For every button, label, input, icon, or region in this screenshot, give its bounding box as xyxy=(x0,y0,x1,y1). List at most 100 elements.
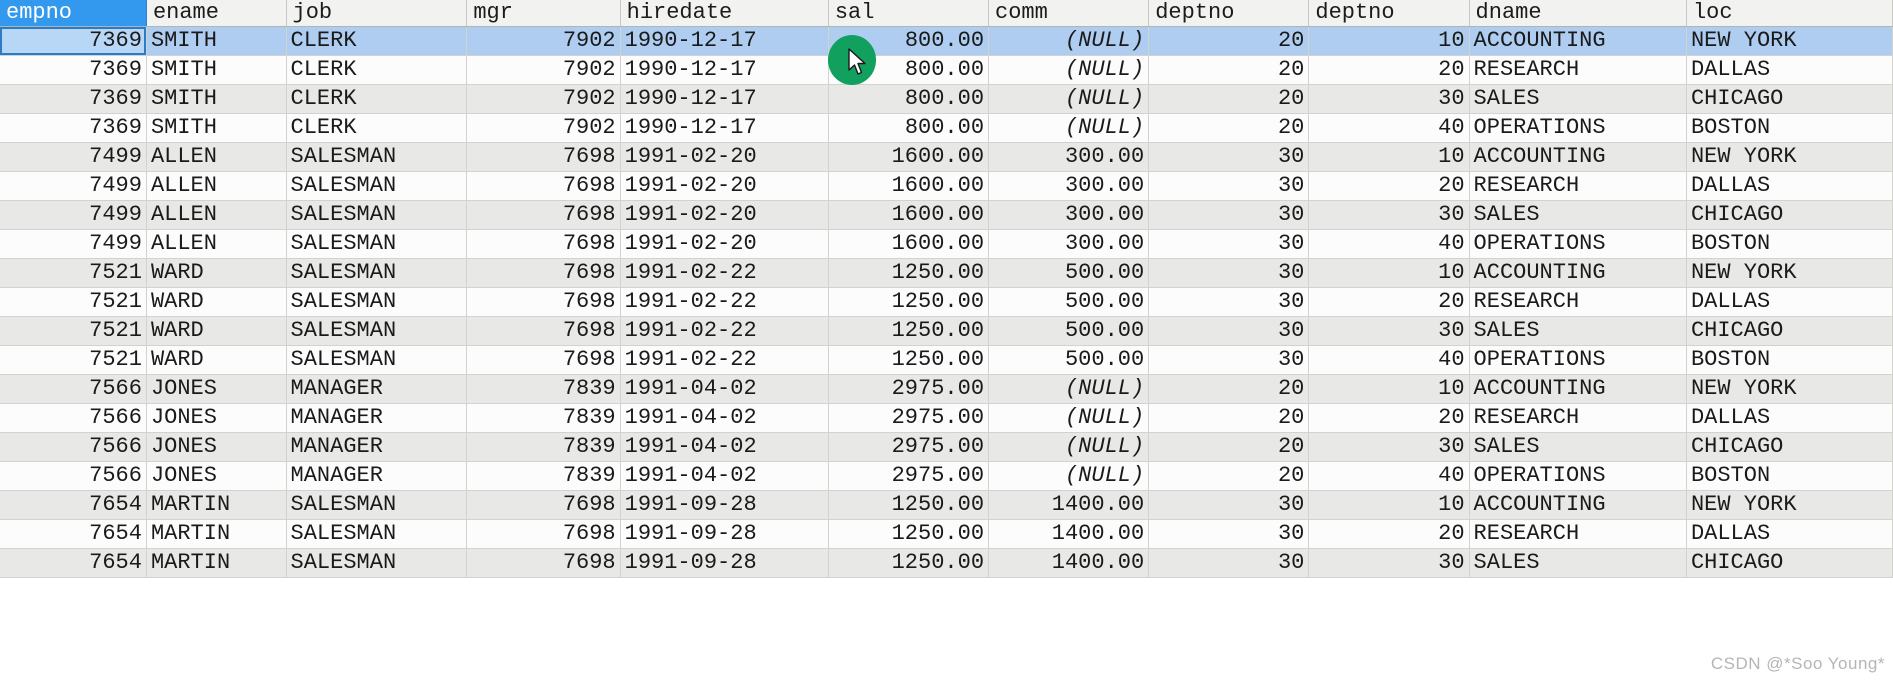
cell-ename[interactable]: ALLEN xyxy=(146,142,287,172)
cell-deptno2[interactable]: 10 xyxy=(1308,142,1470,172)
cell-mgr[interactable]: 7839 xyxy=(466,403,621,433)
table-row[interactable]: 7499 ALLEN SALESMAN 7698 1991-02-20 1600.00 30… xyxy=(0,142,1893,172)
cell-mgr[interactable]: 7839 xyxy=(466,374,621,404)
cell-ename[interactable]: ALLEN xyxy=(146,200,287,230)
cell-mgr[interactable]: 7698 xyxy=(466,171,621,201)
cell-deptno2[interactable]: 10 xyxy=(1308,374,1470,404)
cell-loc[interactable]: DALLAS xyxy=(1686,519,1893,549)
cell-hiredate[interactable]: 1991-04-02 xyxy=(620,432,829,462)
cell-dname[interactable]: RESEARCH xyxy=(1469,55,1687,85)
cell-mgr[interactable]: 7698 xyxy=(466,519,621,549)
table-row[interactable]: 7566 JONES MANAGER 7839 1991-04-02 2975.00 (NU… xyxy=(0,403,1893,433)
cell-job[interactable]: SALESMAN xyxy=(286,229,468,259)
cell-job[interactable]: SALESMAN xyxy=(286,200,468,230)
cell-ename[interactable]: ALLEN xyxy=(146,229,287,259)
cell-sal[interactable]: 800.00 xyxy=(828,26,990,56)
table-row[interactable]: 7499 ALLEN SALESMAN 7698 1991-02-20 1600.00 30… xyxy=(0,171,1893,201)
table-row[interactable]: 7521 WARD SALESMAN 7698 1991-02-22 1250.00 500… xyxy=(0,316,1893,346)
column-header-comm[interactable]: comm xyxy=(988,0,1150,27)
cell-mgr[interactable]: 7698 xyxy=(466,200,621,230)
cell-comm[interactable]: (NULL) xyxy=(988,55,1150,85)
table-row[interactable]: 7369 SMITH CLERK 7902 1990-12-17 800.00 (NULL)… xyxy=(0,55,1893,85)
cell-empno[interactable]: 7566 xyxy=(0,403,147,433)
cell-job[interactable]: CLERK xyxy=(286,113,468,143)
cell-comm[interactable]: 300.00 xyxy=(988,142,1150,172)
cell-empno[interactable]: 7566 xyxy=(0,461,147,491)
cell-sal[interactable]: 1600.00 xyxy=(828,200,990,230)
cell-job[interactable]: CLERK xyxy=(286,84,468,114)
cell-deptno[interactable]: 20 xyxy=(1148,403,1310,433)
cell-comm[interactable]: (NULL) xyxy=(988,26,1150,56)
cell-job[interactable]: CLERK xyxy=(286,26,468,56)
cell-sal[interactable]: 1600.00 xyxy=(828,171,990,201)
cell-deptno2[interactable]: 40 xyxy=(1308,229,1470,259)
cell-deptno[interactable]: 20 xyxy=(1148,55,1310,85)
cell-deptno[interactable]: 20 xyxy=(1148,113,1310,143)
cell-ename[interactable]: SMITH xyxy=(146,55,287,85)
cell-ename[interactable]: MARTIN xyxy=(146,548,287,578)
cell-deptno2[interactable]: 20 xyxy=(1308,55,1470,85)
cell-job[interactable]: SALESMAN xyxy=(286,171,468,201)
column-header-empno[interactable]: empno xyxy=(0,0,147,27)
cell-deptno2[interactable]: 20 xyxy=(1308,171,1470,201)
cell-dname[interactable]: SALES xyxy=(1469,200,1687,230)
cell-dname[interactable]: RESEARCH xyxy=(1469,403,1687,433)
cell-empno[interactable]: 7499 xyxy=(0,171,147,201)
cell-deptno2[interactable]: 10 xyxy=(1308,258,1470,288)
cell-hiredate[interactable]: 1991-02-20 xyxy=(620,200,829,230)
column-header-hiredate[interactable]: hiredate xyxy=(620,0,829,27)
cell-ename[interactable]: ALLEN xyxy=(146,171,287,201)
cell-mgr[interactable]: 7902 xyxy=(466,26,621,56)
cell-sal[interactable]: 1250.00 xyxy=(828,345,990,375)
cell-loc[interactable]: CHICAGO xyxy=(1686,548,1893,578)
cell-hiredate[interactable]: 1991-02-22 xyxy=(620,287,829,317)
cell-empno[interactable]: 7654 xyxy=(0,548,147,578)
cell-dname[interactable]: RESEARCH xyxy=(1469,519,1687,549)
cell-sal[interactable]: 1600.00 xyxy=(828,229,990,259)
cell-ename[interactable]: WARD xyxy=(146,258,287,288)
cell-job[interactable]: SALESMAN xyxy=(286,519,468,549)
cell-sal[interactable]: 1250.00 xyxy=(828,258,990,288)
cell-hiredate[interactable]: 1991-04-02 xyxy=(620,403,829,433)
cell-ename[interactable]: JONES xyxy=(146,432,287,462)
cell-job[interactable]: SALESMAN xyxy=(286,316,468,346)
cell-dname[interactable]: ACCOUNTING xyxy=(1469,490,1687,520)
cell-comm[interactable]: 1400.00 xyxy=(988,548,1150,578)
cell-loc[interactable]: BOSTON xyxy=(1686,229,1893,259)
cell-deptno2[interactable]: 30 xyxy=(1308,84,1470,114)
cell-empno[interactable]: 7369 xyxy=(0,26,147,56)
cell-sal[interactable]: 2975.00 xyxy=(828,374,990,404)
cell-sal[interactable]: 800.00 xyxy=(828,55,990,85)
cell-sal[interactable]: 1250.00 xyxy=(828,490,990,520)
cell-mgr[interactable]: 7698 xyxy=(466,345,621,375)
grid-body[interactable]: 7369 SMITH CLERK 7902 1990-12-17 800.00 (NULL)… xyxy=(0,26,1893,578)
cell-dname[interactable]: SALES xyxy=(1469,432,1687,462)
cell-deptno[interactable]: 30 xyxy=(1148,316,1310,346)
cell-sal[interactable]: 2975.00 xyxy=(828,403,990,433)
column-header-dname[interactable]: dname xyxy=(1469,0,1687,27)
cell-dname[interactable]: ACCOUNTING xyxy=(1469,374,1687,404)
cell-loc[interactable]: NEW YORK xyxy=(1686,490,1893,520)
table-row[interactable]: 7566 JONES MANAGER 7839 1991-04-02 2975.00 (NU… xyxy=(0,432,1893,462)
cell-empno[interactable]: 7369 xyxy=(0,84,147,114)
table-row[interactable]: 7369 SMITH CLERK 7902 1990-12-17 800.00 (NULL)… xyxy=(0,113,1893,143)
cell-loc[interactable]: DALLAS xyxy=(1686,287,1893,317)
table-row[interactable]: 7499 ALLEN SALESMAN 7698 1991-02-20 1600.00 30… xyxy=(0,229,1893,259)
cell-sal[interactable]: 1250.00 xyxy=(828,287,990,317)
cell-comm[interactable]: 300.00 xyxy=(988,200,1150,230)
cell-job[interactable]: MANAGER xyxy=(286,461,468,491)
cell-deptno[interactable]: 30 xyxy=(1148,345,1310,375)
cell-loc[interactable]: NEW YORK xyxy=(1686,26,1893,56)
cell-empno[interactable]: 7521 xyxy=(0,316,147,346)
cell-mgr[interactable]: 7902 xyxy=(466,113,621,143)
cell-empno[interactable]: 7654 xyxy=(0,490,147,520)
cell-deptno[interactable]: 30 xyxy=(1148,142,1310,172)
cell-empno[interactable]: 7369 xyxy=(0,113,147,143)
table-row[interactable]: 7521 WARD SALESMAN 7698 1991-02-22 1250.00 500… xyxy=(0,287,1893,317)
table-row[interactable]: 7566 JONES MANAGER 7839 1991-04-02 2975.00 (NU… xyxy=(0,374,1893,404)
cell-job[interactable]: SALESMAN xyxy=(286,548,468,578)
cell-deptno[interactable]: 20 xyxy=(1148,84,1310,114)
cell-loc[interactable]: BOSTON xyxy=(1686,345,1893,375)
cell-mgr[interactable]: 7839 xyxy=(466,432,621,462)
cell-hiredate[interactable]: 1991-09-28 xyxy=(620,548,829,578)
